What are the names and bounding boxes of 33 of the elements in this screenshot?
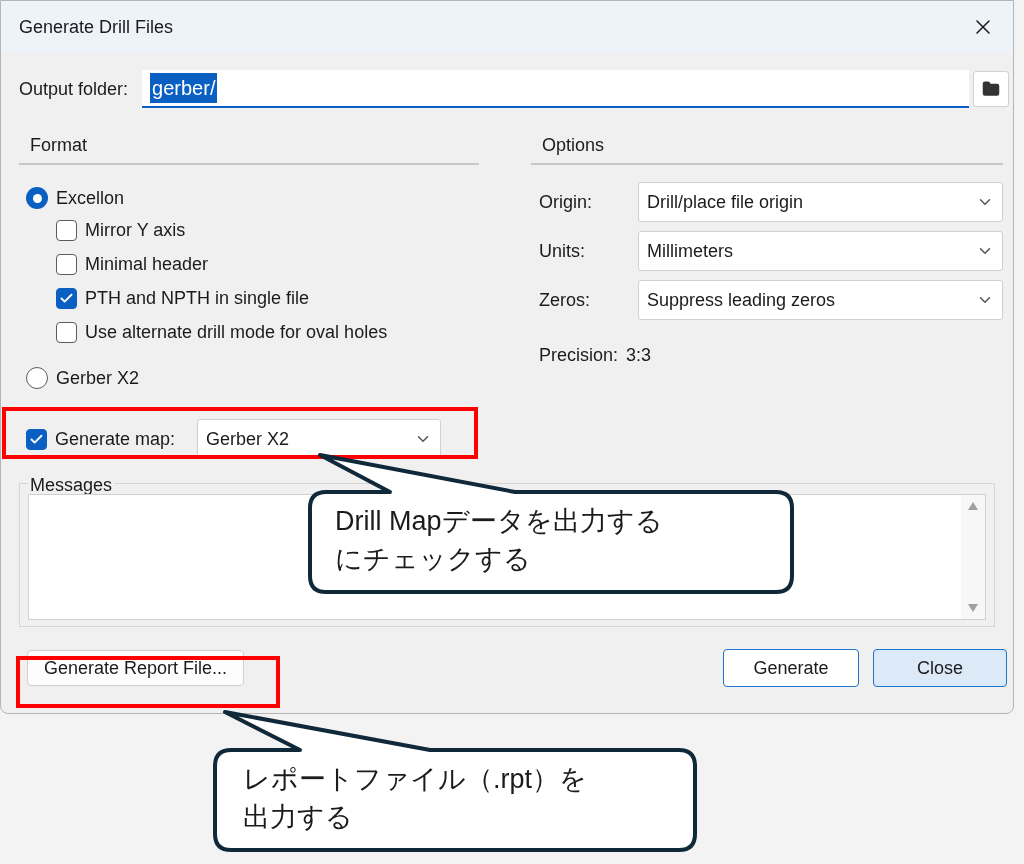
checkbox-label: Generate map: (55, 427, 176, 451)
window-title: Generate Drill Files (19, 15, 174, 39)
checkbox-label: PTH and NPTH in single file (85, 286, 310, 310)
field-label: Output folder: (19, 77, 129, 101)
folder-icon (982, 80, 1000, 98)
checkbox[interactable] (26, 428, 47, 450)
close-dialog-button[interactable]: Close (873, 649, 1007, 687)
browse-button[interactable] (973, 71, 1009, 107)
option-dropdown[interactable]: Millimeters (638, 231, 1003, 271)
section-title: Format (19, 132, 479, 165)
field-label: Units: (538, 239, 586, 263)
field-label: Zeros: (538, 288, 591, 312)
generate-button[interactable]: Generate (723, 649, 859, 687)
callout-text: レポートファイル（.rpt）を 出力する (243, 763, 587, 834)
field-label: Origin: (538, 190, 593, 214)
checkbox[interactable] (56, 287, 77, 309)
checkbox[interactable] (56, 219, 77, 241)
radio-button[interactable] (26, 367, 48, 389)
checkbox-label: Mirror Y axis (85, 218, 186, 242)
option-dropdown[interactable]: Drill/place file origin (638, 182, 1003, 222)
radio-label: Gerber X2 (56, 366, 140, 390)
precision-label: Precision: (539, 344, 619, 367)
checkbox[interactable] (56, 321, 77, 343)
output-folder-field[interactable]: gerber/ (142, 70, 969, 108)
callout-text: Drill Mapデータを出力する にチェックする (335, 505, 663, 576)
radio-button[interactable] (26, 187, 48, 209)
checkbox-label: Use alternate drill mode for oval holes (85, 320, 388, 344)
precision-value: 3:3 (626, 344, 652, 367)
option-dropdown[interactable]: Suppress leading zeros (638, 280, 1003, 320)
section-title: Options (531, 132, 1003, 165)
radio-label: Excellon (56, 186, 125, 210)
checkbox-label: Minimal header (85, 252, 209, 276)
checkbox[interactable] (56, 253, 77, 275)
